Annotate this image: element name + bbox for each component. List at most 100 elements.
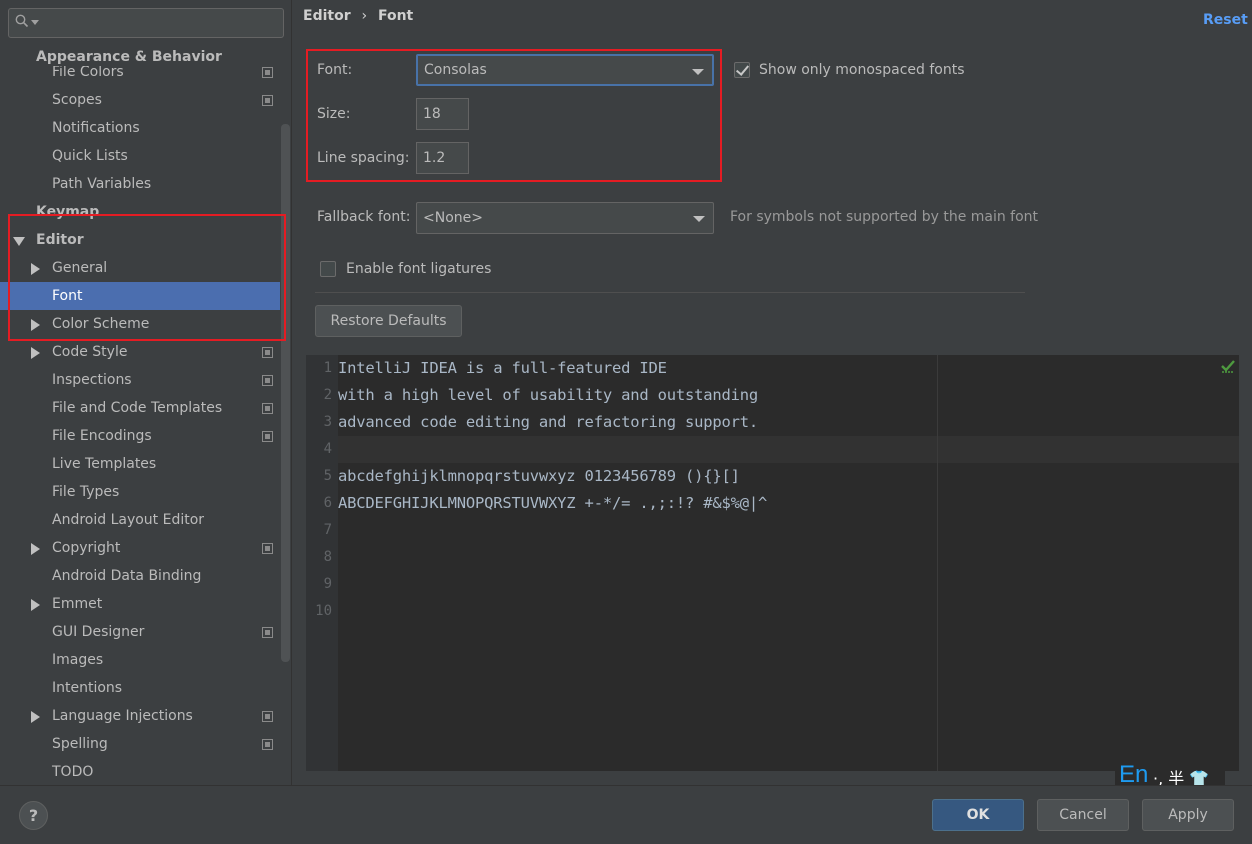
line-number: 9 bbox=[323, 576, 332, 592]
current-line-highlight bbox=[338, 436, 1239, 463]
line-number: 5 bbox=[323, 468, 332, 484]
breadcrumb-editor[interactable]: Editor bbox=[303, 8, 351, 24]
line-spacing-input[interactable]: 1.2 bbox=[416, 142, 469, 174]
help-button[interactable]: ? bbox=[19, 801, 48, 830]
ligatures-checkbox[interactable] bbox=[320, 261, 336, 277]
apply-button[interactable]: Apply bbox=[1142, 799, 1234, 831]
project-scope-icon bbox=[262, 543, 273, 554]
sidebar-item-label: File Types bbox=[52, 484, 120, 500]
font-preview-editor[interactable]: 1 IntelliJ IDEA is a full-featured IDE 2 wi… bbox=[306, 355, 1239, 771]
size-label: Size: bbox=[317, 106, 351, 122]
sidebar-item-quick-lists[interactable]: Quick Lists bbox=[0, 142, 280, 170]
breadcrumb-separator: › bbox=[361, 8, 368, 24]
project-scope-icon bbox=[262, 95, 273, 106]
sidebar-item-label: Language Injections bbox=[52, 708, 193, 724]
line-spacing-label: Line spacing: bbox=[317, 150, 410, 166]
ok-button[interactable]: OK bbox=[932, 799, 1024, 831]
sidebar-item-code-style[interactable]: Code Style bbox=[0, 338, 280, 366]
code-line: abcdefghijklmnopqrstuvwxyz 0123456789 ()… bbox=[338, 467, 740, 485]
breadcrumb: Editor › Font bbox=[303, 8, 419, 28]
sidebar-item-label: Scopes bbox=[52, 92, 102, 108]
sidebar-item-appearance-behavior[interactable]: Appearance & Behavior bbox=[0, 48, 280, 66]
sidebar-item-label: Code Style bbox=[52, 344, 128, 360]
fallback-font-combobox[interactable]: <None> bbox=[416, 202, 714, 234]
sidebar-item-label: Images bbox=[52, 652, 104, 668]
sidebar-item-label: Android Data Binding bbox=[52, 568, 202, 584]
sidebar-item-label: TODO bbox=[52, 764, 94, 780]
fallback-font-hint: For symbols not supported by the main fo… bbox=[730, 209, 1039, 225]
sidebar-item-todo[interactable]: TODO bbox=[0, 758, 280, 785]
sidebar-item-copyright[interactable]: Copyright bbox=[0, 534, 280, 562]
section-divider bbox=[315, 292, 1025, 293]
right-margin-guide bbox=[937, 355, 938, 771]
sidebar-item-spelling[interactable]: Spelling bbox=[0, 730, 280, 758]
settings-tree: Appearance & Behavior File Colors Scopes No… bbox=[0, 44, 280, 785]
sidebar-item-label: Emmet bbox=[52, 596, 103, 612]
project-scope-icon bbox=[262, 347, 273, 358]
code-line: advanced code editing and refactoring su… bbox=[338, 413, 759, 431]
code-line: with a high level of usability and outst… bbox=[338, 386, 759, 404]
sidebar-item-android-layout-editor[interactable]: Android Layout Editor bbox=[0, 506, 280, 534]
project-scope-icon bbox=[262, 711, 273, 722]
expand-arrow-icon[interactable] bbox=[31, 599, 40, 611]
reset-link[interactable]: Reset bbox=[1203, 12, 1248, 28]
line-number: 10 bbox=[315, 603, 332, 619]
sidebar-item-label: Path Variables bbox=[52, 176, 152, 192]
search-icon bbox=[15, 14, 29, 28]
sidebar-item-path-variables[interactable]: Path Variables bbox=[0, 170, 280, 198]
font-label: Font: bbox=[317, 62, 353, 78]
sidebar-item-language-injections[interactable]: Language Injections bbox=[0, 702, 280, 730]
sidebar-scrollbar[interactable] bbox=[281, 124, 290, 662]
sidebar-item-intentions[interactable]: Intentions bbox=[0, 674, 280, 702]
sidebar-item-inspections[interactable]: Inspections bbox=[0, 366, 280, 394]
monospaced-checkbox[interactable] bbox=[734, 62, 750, 78]
project-scope-icon bbox=[262, 627, 273, 638]
sidebar-item-file-encodings[interactable]: File Encodings bbox=[0, 422, 280, 450]
sidebar-item-label: File and Code Templates bbox=[52, 400, 223, 416]
line-number: 4 bbox=[323, 441, 332, 457]
sidebar-item-label: Intentions bbox=[52, 680, 123, 696]
sidebar-item-label: Notifications bbox=[52, 120, 140, 136]
line-number: 2 bbox=[323, 387, 332, 403]
project-scope-icon bbox=[262, 431, 273, 442]
sidebar-item-file-types[interactable]: File Types bbox=[0, 478, 280, 506]
sidebar-item-label: Spelling bbox=[52, 736, 108, 752]
expand-arrow-icon[interactable] bbox=[31, 543, 40, 555]
project-scope-icon bbox=[262, 67, 273, 78]
sidebar-item-label: Inspections bbox=[52, 372, 132, 388]
sidebar-item-emmet[interactable]: Emmet bbox=[0, 590, 280, 618]
search-options-chevron-icon[interactable] bbox=[31, 20, 39, 26]
line-number: 7 bbox=[323, 522, 332, 538]
line-number: 6 bbox=[323, 495, 332, 511]
sidebar-item-android-data-binding[interactable]: Android Data Binding bbox=[0, 562, 280, 590]
sidebar-item-notifications[interactable]: Notifications bbox=[0, 114, 280, 142]
restore-defaults-button[interactable]: Restore Defaults bbox=[315, 305, 462, 337]
cancel-button[interactable]: Cancel bbox=[1037, 799, 1129, 831]
sidebar-item-scopes[interactable]: Scopes bbox=[0, 86, 280, 114]
project-scope-icon bbox=[262, 375, 273, 386]
sidebar-item-label: Copyright bbox=[52, 540, 121, 556]
sidebar-item-label: Live Templates bbox=[52, 456, 157, 472]
monospaced-label[interactable]: Show only monospaced fonts bbox=[759, 62, 965, 78]
sidebar-item-label: GUI Designer bbox=[52, 624, 145, 640]
fallback-font-label: Fallback font: bbox=[317, 209, 411, 225]
sidebar-item-live-templates[interactable]: Live Templates bbox=[0, 450, 280, 478]
sidebar-item-file-and-code-templates[interactable]: File and Code Templates bbox=[0, 394, 280, 422]
ligatures-label[interactable]: Enable font ligatures bbox=[346, 261, 491, 277]
font-combobox[interactable]: Consolas bbox=[416, 54, 714, 86]
settings-search-input[interactable] bbox=[8, 8, 284, 38]
font-combobox-value: Consolas bbox=[424, 62, 487, 78]
project-scope-icon bbox=[262, 403, 273, 414]
editor-tree-highlight bbox=[8, 214, 286, 341]
chevron-down-icon bbox=[692, 69, 704, 75]
sidebar-item-label: Android Layout Editor bbox=[52, 512, 205, 528]
expand-arrow-icon[interactable] bbox=[31, 711, 40, 723]
expand-arrow-icon[interactable] bbox=[31, 347, 40, 359]
sidebar-item-images[interactable]: Images bbox=[0, 646, 280, 674]
chevron-down-icon bbox=[693, 216, 705, 222]
size-input[interactable]: 18 bbox=[416, 98, 469, 130]
sidebar-item-gui-designer[interactable]: GUI Designer bbox=[0, 618, 280, 646]
inspection-ok-icon bbox=[1221, 360, 1235, 373]
sidebar-item-label: Quick Lists bbox=[52, 148, 128, 164]
code-line: ABCDEFGHIJKLMNOPQRSTUVWXYZ +-*/= .,;:!? … bbox=[338, 494, 768, 512]
